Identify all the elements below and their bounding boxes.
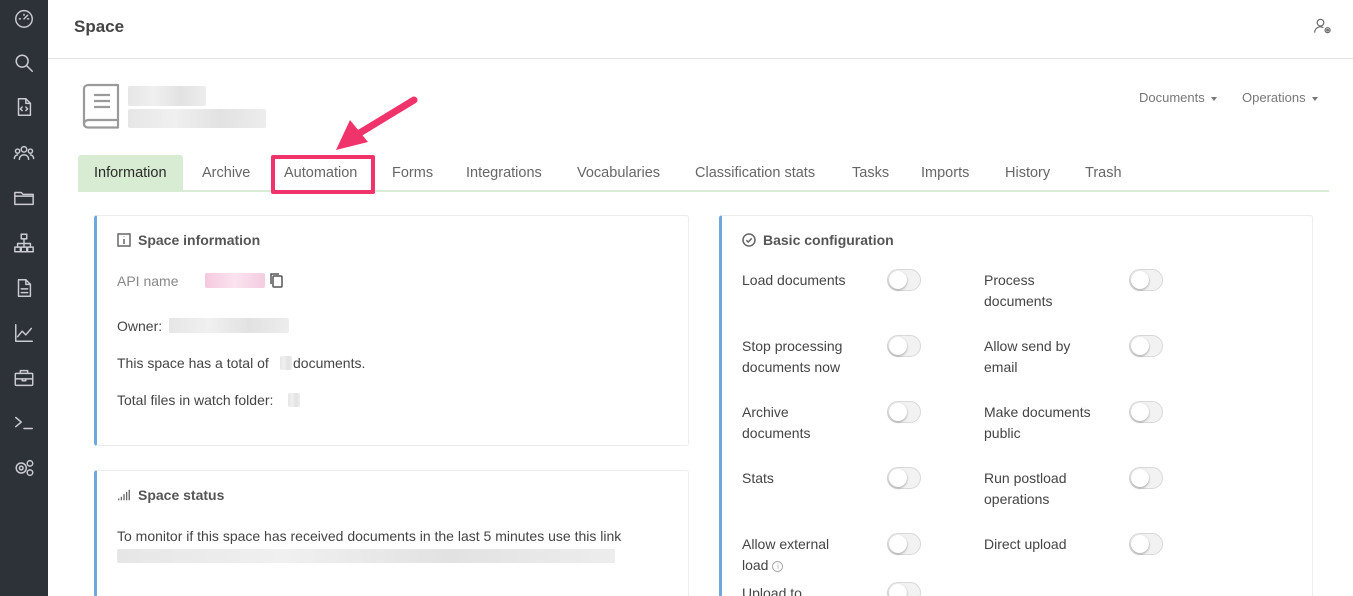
tab-classification-stats[interactable]: Classification stats (695, 155, 815, 192)
load-documents-toggle[interactable] (887, 269, 921, 291)
process-documents-label: Process documents (984, 272, 1053, 309)
tab-forms[interactable]: Forms (392, 155, 433, 192)
make-public-label: Make documents public (984, 404, 1091, 441)
top-bar: Space (48, 0, 1353, 59)
owner-value-redacted (169, 318, 289, 333)
document-icon[interactable] (12, 276, 36, 300)
search-icon[interactable] (12, 51, 36, 75)
operations-menu[interactable]: Operations (1242, 90, 1318, 105)
terminal-icon[interactable] (12, 411, 36, 435)
space-information-card: Space information API name Owner: This s… (94, 215, 689, 446)
total-documents-prefix: This space has a total of (117, 355, 269, 371)
tab-information[interactable]: Information (78, 155, 183, 192)
stop-processing-toggle[interactable] (887, 335, 921, 357)
chevron-down-icon (1210, 96, 1217, 101)
load-documents-label: Load documents (742, 272, 846, 288)
watch-folder-label: Total files in watch folder: (117, 392, 274, 408)
allow-external-load-label: Allow external load i (742, 536, 830, 573)
run-postload-toggle[interactable] (1129, 467, 1163, 489)
user-settings-icon[interactable] (1313, 16, 1335, 38)
upload-to-toggle[interactable] (887, 582, 921, 596)
chart-icon[interactable] (12, 321, 36, 345)
owner-label: Owner: (117, 318, 163, 334)
tab-history[interactable]: History (1005, 155, 1050, 192)
stop-processing-label: Stop processing documents now (742, 338, 843, 375)
documents-menu-label: Documents (1139, 90, 1205, 105)
code-file-icon[interactable] (12, 95, 36, 119)
make-public-toggle[interactable] (1129, 401, 1163, 423)
tab-imports[interactable]: Imports (921, 155, 969, 192)
chevron-down-icon (1311, 96, 1318, 101)
direct-upload-label: Direct upload (984, 536, 1067, 552)
watch-folder-value-redacted (288, 393, 300, 407)
total-documents-suffix: documents. (293, 355, 366, 371)
book-icon (80, 83, 122, 129)
space-name-redacted (128, 86, 206, 106)
monitor-link-redacted[interactable] (117, 549, 615, 563)
tab-vocabularies[interactable]: Vocabularies (577, 155, 660, 192)
archive-documents-label: Archive documents (742, 404, 811, 441)
tab-bar: Information Archive Automation Forms Int… (78, 155, 1329, 192)
users-icon[interactable] (12, 141, 36, 165)
monitor-text: To monitor if this space has received do… (117, 528, 622, 544)
toolbox-icon[interactable] (12, 366, 36, 390)
tab-archive[interactable]: Archive (202, 155, 250, 192)
info-icon[interactable]: i (772, 561, 784, 572)
direct-upload-toggle[interactable] (1129, 533, 1163, 555)
space-information-title: Space information (117, 232, 260, 248)
settings-icon[interactable] (12, 456, 36, 480)
space-status-title: Space status (117, 487, 224, 503)
folder-icon[interactable] (12, 186, 36, 210)
allow-external-load-toggle[interactable] (887, 533, 921, 555)
allow-send-email-toggle[interactable] (1129, 335, 1163, 357)
tab-automation[interactable]: Automation (284, 155, 357, 192)
tab-integrations[interactable]: Integrations (466, 155, 542, 192)
api-name-value-redacted (205, 273, 265, 288)
copy-icon[interactable] (269, 272, 283, 288)
basic-configuration-title: Basic configuration (742, 232, 894, 248)
api-name-label: API name (117, 273, 179, 289)
check-circle-icon (742, 233, 756, 247)
operations-menu-label: Operations (1242, 90, 1306, 105)
sidebar (0, 0, 48, 596)
stats-toggle[interactable] (887, 467, 921, 489)
hierarchy-icon[interactable] (12, 231, 36, 255)
space-subtitle-redacted (128, 109, 266, 128)
space-status-card: Space status To monitor if this space ha… (94, 470, 689, 596)
tab-tasks[interactable]: Tasks (852, 155, 889, 192)
page-title: Space (74, 17, 125, 36)
documents-menu[interactable]: Documents (1139, 90, 1217, 105)
annotation-arrow-icon (336, 96, 418, 150)
dashboard-icon[interactable] (12, 6, 36, 30)
signal-icon (118, 489, 130, 501)
total-documents-value-redacted (280, 356, 292, 370)
upload-to-label: Upload to (742, 585, 802, 596)
archive-documents-toggle[interactable] (887, 401, 921, 423)
run-postload-label: Run postload operations (984, 470, 1067, 507)
stats-label: Stats (742, 470, 774, 486)
basic-configuration-card: Basic configuration Load documents Proce… (719, 215, 1313, 596)
allow-send-email-label: Allow send by email (984, 338, 1071, 375)
info-icon (117, 233, 131, 247)
process-documents-toggle[interactable] (1129, 269, 1163, 291)
tab-trash[interactable]: Trash (1085, 155, 1122, 192)
